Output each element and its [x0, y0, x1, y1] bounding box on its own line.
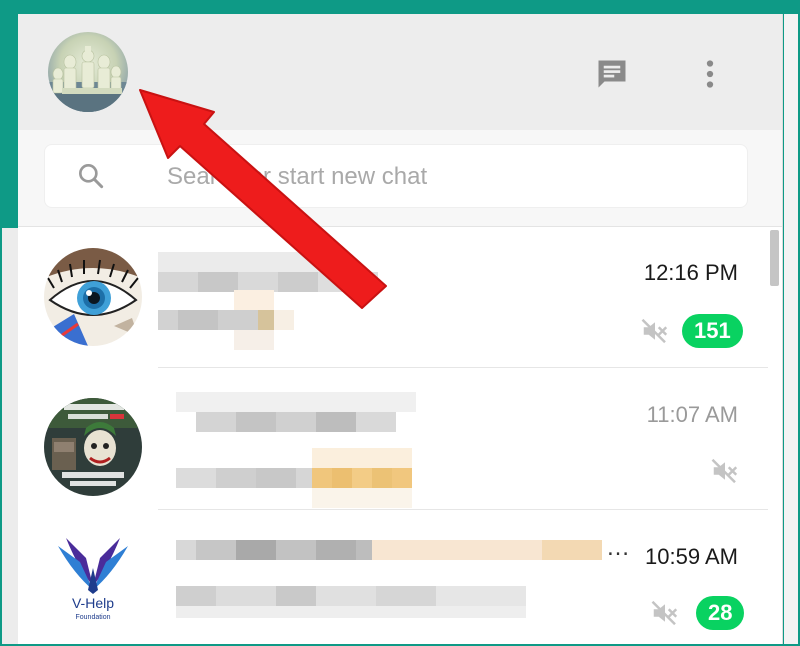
window-border [0, 0, 800, 646]
